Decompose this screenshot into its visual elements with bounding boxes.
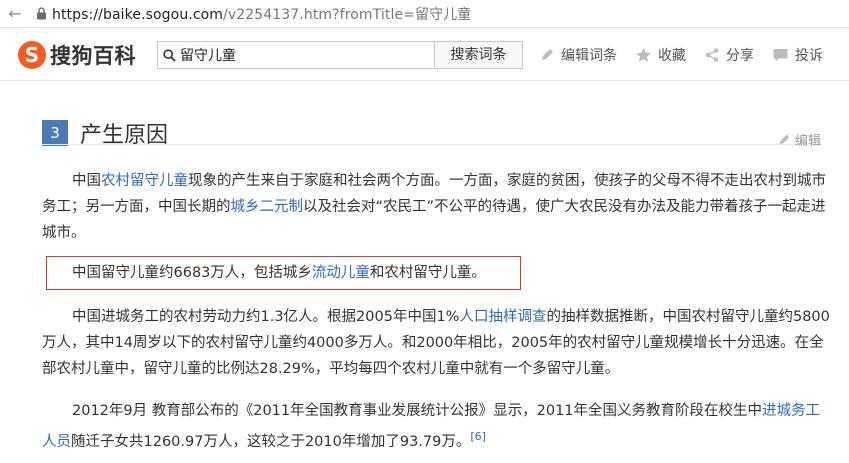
paragraph-4: 2012年9月 教育部公布的《2011年全国教育事业发展统计公报》显示，2011… <box>42 398 832 455</box>
p2-text-2: 和农村留守儿童。 <box>369 265 486 281</box>
article-content: 3 产生原因 编辑 中国农村留守儿童现象的产生来自于家庭和社会两个方面。一方面，… <box>0 82 849 463</box>
pencil-icon <box>542 49 553 60</box>
search-button[interactable]: 搜索词条 <box>435 41 523 69</box>
edit-entry-button[interactable]: 编辑词条 <box>539 45 617 65</box>
share-button[interactable]: 分享 <box>704 45 754 65</box>
p4-text-2: 随迁子女共1260.97万人，这较之于2010年增加了93.79万。 <box>71 433 471 450</box>
p1-text-1: 中国 <box>72 173 101 189</box>
edit-entry-label: 编辑词条 <box>561 48 617 64</box>
search-input[interactable] <box>180 47 420 63</box>
pencil-icon <box>779 134 790 144</box>
header-tools: 编辑词条 收藏 分享 投诉 <box>539 45 823 65</box>
report-button[interactable]: 投诉 <box>772 45 823 65</box>
link-rural-left-behind-children[interactable]: 农村留守儿童 <box>101 173 188 189</box>
logo-text: 搜狗百科 <box>50 44 136 68</box>
report-label: 投诉 <box>795 48 823 64</box>
logo-mark: S <box>18 41 46 69</box>
share-icon <box>705 48 719 62</box>
share-label: 分享 <box>726 48 754 64</box>
url-text[interactable]: https://baike.sogou.com/v2254137.htm?fro… <box>52 4 471 24</box>
section-edit-label: 编辑 <box>794 134 821 149</box>
p2-text-1: 中国留守儿童约6683万人，包括城乡 <box>72 265 312 281</box>
paragraph-2: 中国留守儿童约6683万人，包括城乡流动儿童和农村留守儿童。 <box>42 260 832 286</box>
link-floating-children[interactable]: 流动儿童 <box>312 265 370 281</box>
paragraph-3: 中国进城务工的农村劳动力约1.3亿人。根据2005年中国1%人口抽样调查的抽样数… <box>42 304 832 382</box>
search-icon <box>158 48 180 62</box>
url-host: https://baike.sogou.com <box>52 6 224 23</box>
sogou-baike-logo[interactable]: S 搜狗百科 <box>18 40 136 70</box>
lock-icon[interactable] <box>30 7 52 20</box>
search-box <box>157 41 435 69</box>
url-path: /v2254137.htm?fromTitle=留守儿童 <box>223 6 472 23</box>
star-icon <box>636 48 651 62</box>
section-divider <box>42 144 822 145</box>
browser-address-bar: ← https://baike.sogou.com/v2254137.htm?f… <box>0 0 849 28</box>
section-edit-button[interactable]: 编辑 <box>777 130 821 149</box>
reference-6[interactable]: [6] <box>470 430 486 443</box>
p4-text-1: 2012年9月 教育部公布的《2011年全国教育事业发展统计公报》显示，2011… <box>72 403 763 419</box>
link-urban-rural-dual-system[interactable]: 城乡二元制 <box>231 199 304 215</box>
back-arrow-icon[interactable]: ← <box>0 4 30 23</box>
paragraph-1: 中国农村留守儿童现象的产生来自于家庭和社会两个方面。一方面，家庭的贫困，使孩子的… <box>42 168 832 246</box>
chat-icon <box>773 49 788 62</box>
link-population-sample-survey[interactable]: 人口抽样调查 <box>459 309 546 325</box>
favorite-button[interactable]: 收藏 <box>635 45 686 65</box>
section-number-badge: 3 <box>42 120 68 146</box>
site-header: S 搜狗百科 搜索词条 编辑词条 收藏 分享 投诉 <box>0 29 849 81</box>
favorite-label: 收藏 <box>658 48 686 64</box>
p3-text-1: 中国进城务工的农村劳动力约1.3亿人。根据2005年中国1% <box>72 309 460 325</box>
